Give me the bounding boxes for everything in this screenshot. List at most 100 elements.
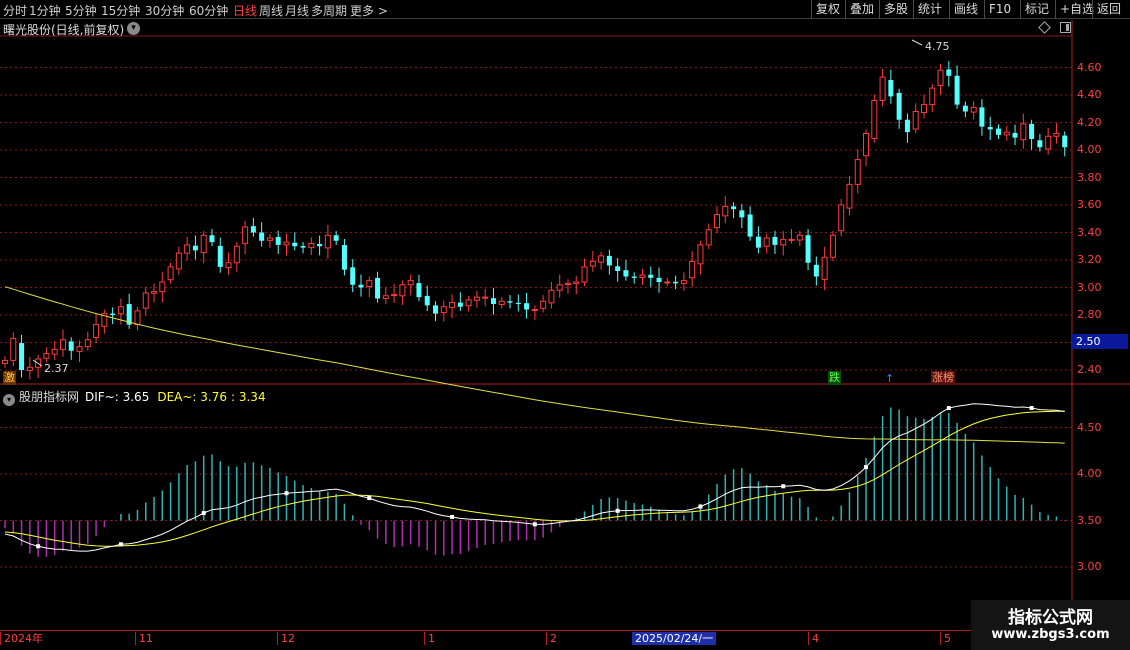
indicator-tick: 4.50: [1077, 420, 1102, 434]
candle-down: [292, 242, 298, 247]
candle-up: [937, 69, 944, 86]
price-tick: 4.20: [1077, 115, 1102, 129]
candle-up: [763, 237, 770, 247]
price-tick: 4.40: [1077, 88, 1102, 101]
candle-down: [358, 284, 364, 288]
candle-down: [648, 274, 654, 278]
candle-down: [317, 243, 323, 247]
candle-up: [391, 293, 398, 297]
candle-down: [755, 236, 761, 248]
candle-down: [275, 236, 281, 245]
candle-down: [615, 266, 621, 271]
candle-up: [498, 300, 505, 305]
candle-down: [424, 295, 430, 306]
dif-marker: [201, 511, 206, 516]
candle-up: [780, 238, 787, 246]
tag-ji[interactable]: 激: [3, 371, 16, 385]
kline-chart: [0, 20, 1130, 630]
candle-up: [407, 280, 414, 286]
dif-marker: [532, 522, 537, 527]
candle-up: [838, 204, 845, 232]
candle-down: [1029, 123, 1035, 139]
candle-up: [854, 159, 861, 185]
watermark-url: www.zbgs3.com: [991, 627, 1110, 642]
chevron-down-icon[interactable]: ▾: [127, 22, 140, 35]
price-tick: 3.60: [1077, 198, 1102, 211]
candle-down: [631, 276, 637, 278]
candle-up: [863, 133, 870, 157]
date-tick: 1: [424, 632, 435, 645]
candle-up: [556, 284, 563, 291]
watermark-title: 指标公式网: [1008, 608, 1093, 628]
candle-up: [788, 238, 795, 241]
tag-die[interactable]: 跌: [828, 371, 841, 385]
candle-up: [689, 260, 696, 279]
candle-down: [110, 313, 116, 315]
date-axis: 2024年 11 12 1 2 4 5 2025/02/24/一: [0, 630, 1072, 650]
candle-up: [76, 346, 83, 352]
candle-down: [457, 302, 463, 307]
candle-up: [879, 76, 886, 101]
candle-down: [747, 214, 753, 237]
candle-down: [813, 264, 819, 277]
candle-up: [242, 226, 249, 244]
candle-down: [217, 245, 223, 267]
candle-up: [159, 281, 166, 293]
candle-down: [350, 267, 356, 285]
candle-up: [84, 339, 91, 348]
candle-up: [548, 289, 555, 304]
candle-up: [796, 234, 803, 241]
candle-up: [200, 234, 207, 254]
candle-down: [68, 341, 74, 351]
tag-arrow-icon[interactable]: ↑: [884, 372, 895, 386]
candle-up: [382, 295, 389, 299]
tag-zhangbang[interactable]: 涨榜: [931, 371, 955, 385]
candle-up: [233, 245, 240, 264]
candle-down: [962, 105, 968, 112]
candle-down: [490, 298, 496, 304]
candle-up: [680, 280, 687, 284]
candle-down: [623, 270, 629, 277]
indicator-name[interactable]: 股朋指标网: [19, 390, 79, 404]
dif-marker: [450, 514, 455, 519]
candle-up: [175, 252, 182, 270]
candle-up: [821, 256, 828, 280]
low-price-annotation: 2.37: [44, 362, 69, 375]
price-tick: 3.20: [1077, 253, 1102, 266]
candle-up: [2, 359, 8, 365]
candle-up: [482, 296, 489, 299]
candle-up: [167, 266, 174, 281]
candle-up: [639, 274, 646, 278]
dif-marker: [118, 542, 123, 547]
dif-value: DIF~: 3.65: [85, 390, 150, 404]
dif-marker: [864, 465, 869, 470]
candle-down: [673, 281, 679, 284]
candle-down: [1037, 140, 1043, 148]
indicator-tick: 4.00: [1077, 467, 1102, 480]
crosshair-date: 2025/02/24/一: [632, 632, 717, 645]
dif-marker: [946, 406, 951, 411]
candle-up: [829, 234, 836, 258]
third-line-value: : 3.34: [231, 390, 266, 404]
candle-up: [51, 348, 58, 355]
date-tick: 2: [546, 632, 557, 645]
indicator-menu-icon[interactable]: ▾: [3, 394, 15, 406]
candle-up: [184, 244, 191, 254]
panel-layout-icon[interactable]: [1060, 22, 1071, 33]
candle-up: [225, 262, 232, 268]
candle-down: [19, 343, 25, 370]
candle-down: [606, 255, 612, 266]
candle-up: [540, 300, 547, 309]
price-tick: 3.00: [1077, 280, 1102, 294]
candle-down: [979, 107, 985, 127]
candle-down: [515, 302, 521, 304]
candle-down: [946, 69, 952, 76]
candle-down: [954, 75, 960, 105]
candle-up: [465, 299, 472, 307]
candle-down: [995, 128, 1001, 135]
dif-marker: [781, 484, 786, 489]
candle-down: [805, 235, 811, 263]
candle-up: [399, 284, 406, 297]
candle-up: [531, 309, 538, 311]
candle-down: [524, 303, 530, 310]
